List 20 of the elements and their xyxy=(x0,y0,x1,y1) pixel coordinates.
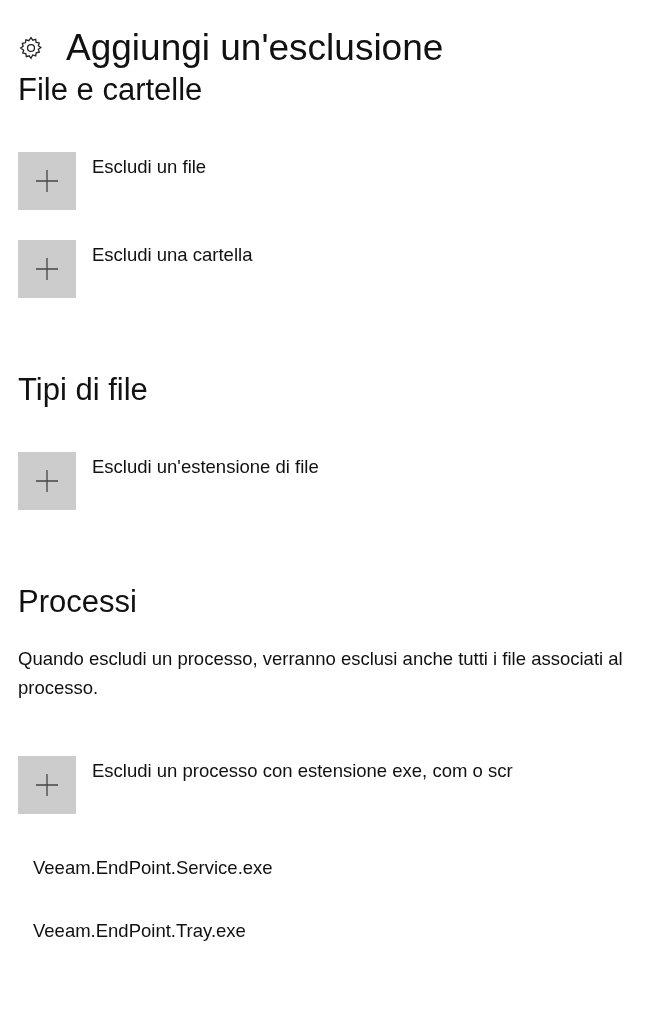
section-heading: File e cartelle xyxy=(18,71,204,109)
exclusion-item[interactable]: Veeam.EndPoint.Service.exe xyxy=(33,856,651,879)
add-label[interactable]: Escludi un'estensione di file xyxy=(92,456,319,478)
add-button[interactable] xyxy=(18,452,76,510)
add-label[interactable]: Escludi un file xyxy=(92,156,207,178)
settings-icon xyxy=(18,35,44,61)
section-heading: Tipi di file xyxy=(18,371,149,409)
plus-icon xyxy=(36,258,58,280)
add-label[interactable]: Escludi un processo con estensione exe, com o scr xyxy=(92,760,513,782)
page-title: Aggiungi un'esclusione xyxy=(66,26,444,70)
add-button[interactable] xyxy=(18,240,76,298)
add-button[interactable] xyxy=(18,756,76,814)
section-heading: Processi xyxy=(18,583,138,621)
add-button[interactable] xyxy=(18,152,76,210)
add-label[interactable]: Escludi una cartella xyxy=(92,244,253,266)
plus-icon xyxy=(36,774,58,796)
plus-icon xyxy=(36,470,58,492)
section-description: Quando escludi un processo, verranno esclusi anche tutti i file associati al processo. xyxy=(18,647,624,700)
plus-icon xyxy=(36,170,58,192)
exclusion-item[interactable]: Veeam.EndPoint.Tray.exe xyxy=(33,919,651,942)
